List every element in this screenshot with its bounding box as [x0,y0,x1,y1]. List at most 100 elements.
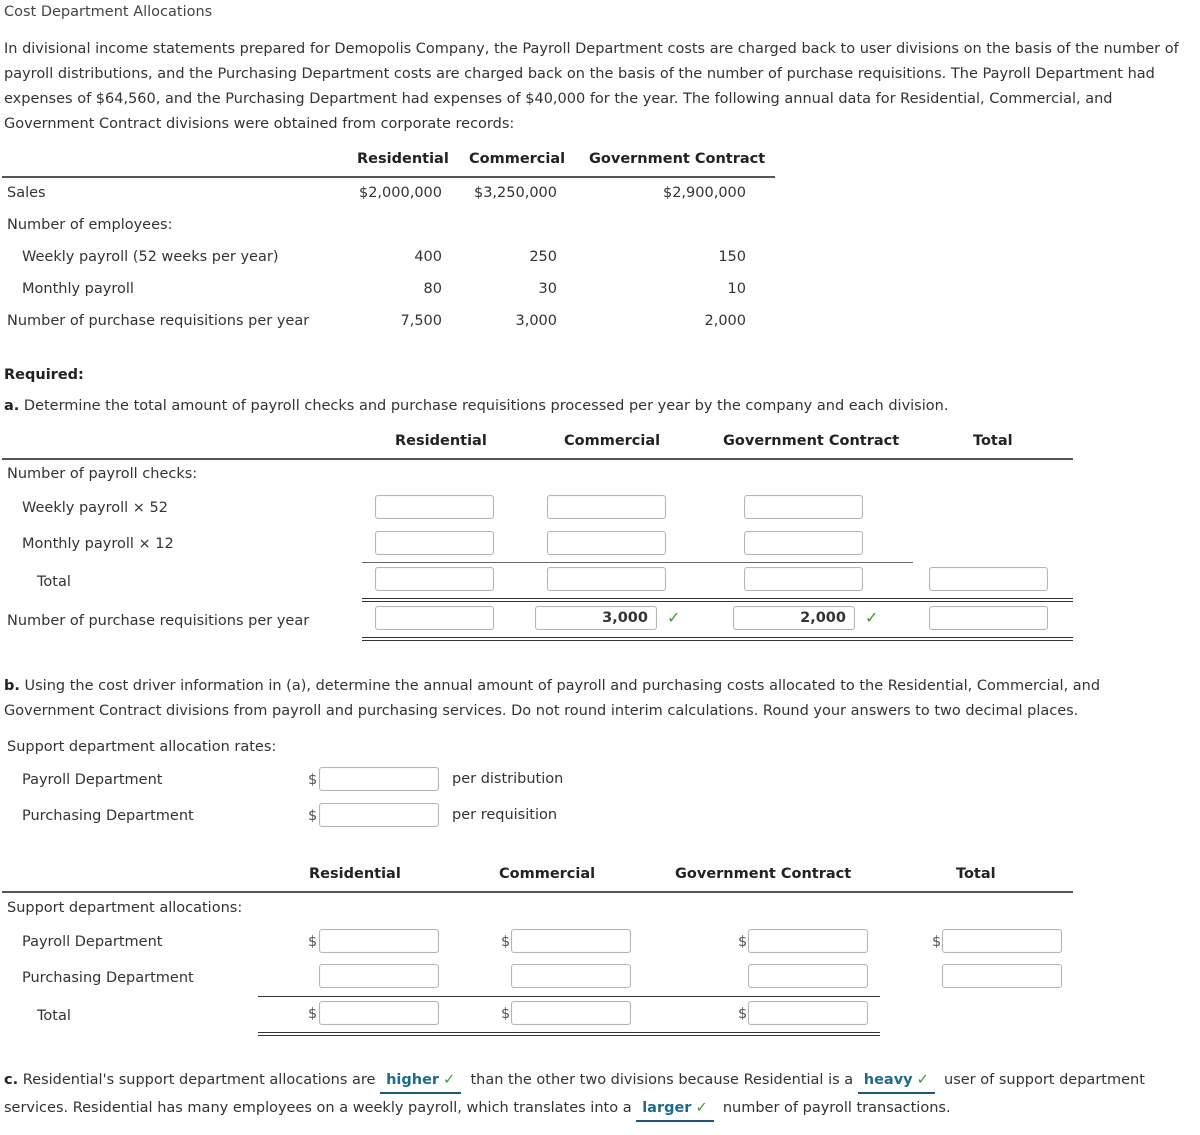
cell-value: 7,500 [400,313,442,329]
cell-value: $2,000,000 [358,185,442,201]
weekly-government-input[interactable] [744,495,863,519]
part-a-letter: a. [4,398,20,414]
row-label-total: Total [37,574,71,590]
dollar-sign: $ [308,934,318,950]
payroll-total-input[interactable] [942,929,1062,953]
part-b-instruction: b. Using the cost driver information in … [4,674,1194,724]
purchasing-rate-input[interactable] [319,803,439,827]
requisitions-total-input[interactable] [929,606,1048,630]
header-rule [2,891,1073,893]
purchasing-total-input[interactable] [942,964,1062,988]
row-label: Monthly payroll [22,281,134,297]
page-title: Cost Department Allocations [4,4,213,20]
row-label-weekly: Weekly payroll × 52 [22,500,169,516]
total-residential-input[interactable] [375,567,494,591]
part-a-text: Determine the total amount of payroll ch… [23,398,949,414]
purchasing-government-input[interactable] [748,964,868,988]
cell-value: 80 [423,281,442,297]
check-icon: ✓ [916,1072,929,1088]
cell-value: $3,250,000 [473,185,557,201]
answer-value: larger [642,1100,692,1116]
rate-unit-payroll: per distribution [452,771,564,787]
required-heading: Required: [4,367,84,383]
section-label: Number of payroll checks: [7,466,198,482]
col-header-commercial: Commercial [469,151,566,167]
part-c-text-2: than the other two divisions because Res… [470,1072,854,1088]
dollar-sign: $ [738,1006,748,1022]
dollar-sign: $ [308,808,318,824]
row-label: Number of purchase requisitions per year [7,313,310,329]
purchasing-residential-input[interactable] [319,964,439,988]
answer-value: heavy [863,1072,913,1088]
cell-value: 10 [727,281,746,297]
rate-label-payroll: Payroll Department [22,772,163,788]
cell-value: 250 [529,249,557,265]
col-header-government: Government Contract [675,866,852,882]
part-c-statement: c. Residential's support department allo… [4,1066,1194,1122]
check-icon: ✓ [667,608,681,627]
part-c-text-1: Residential's support department allocat… [22,1072,376,1088]
cell-value: 400 [414,249,442,265]
payroll-commercial-input[interactable] [511,929,631,953]
col-header-commercial: Commercial [564,433,661,449]
row-label: Weekly payroll (52 weeks per year) [22,249,279,265]
dollar-sign: $ [932,934,942,950]
payroll-rate-input[interactable] [319,767,439,791]
part-c-text-4: number of payroll transactions. [722,1100,951,1116]
payroll-residential-input[interactable] [319,929,439,953]
total-residential-input[interactable] [319,1001,439,1025]
dollar-sign: $ [501,1006,511,1022]
total-government-input[interactable] [748,1001,868,1025]
total-commercial-input[interactable] [547,567,666,591]
answer-dropdown-2[interactable]: heavy ✓ [857,1070,935,1094]
col-header-commercial: Commercial [499,866,596,882]
subtotal-rule [258,996,880,997]
col-header-government: Government Contract [723,433,900,449]
monthly-residential-input[interactable] [375,531,494,555]
section-label: Support department allocations: [7,900,243,916]
part-b-text: Using the cost driver information in (a)… [4,678,1101,719]
requisitions-commercial-input[interactable] [535,606,657,630]
weekly-residential-input[interactable] [375,495,494,519]
dollar-sign: $ [308,772,318,788]
col-header-residential: Residential [309,866,401,882]
col-header-residential: Residential [357,151,449,167]
header-rule [2,458,1073,460]
weekly-commercial-input[interactable] [547,495,666,519]
rates-label: Support department allocation rates: [7,739,277,755]
row-label-monthly: Monthly payroll × 12 [22,536,174,552]
subtotal-rule [362,562,913,563]
total-commercial-input[interactable] [511,1001,631,1025]
row-label-requisitions: Number of purchase requisitions per year [7,613,310,629]
rate-unit-purchasing: per requisition [452,807,558,823]
total-double-rule [258,1032,880,1036]
check-icon: ✓ [865,608,879,627]
total-government-input[interactable] [744,567,863,591]
col-header-government: Government Contract [589,151,766,167]
requisitions-double-rule [362,637,1073,641]
cell-value: 150 [718,249,746,265]
col-header-total: Total [973,433,1013,449]
row-label-total: Total [37,1008,71,1024]
answer-dropdown-3[interactable]: larger ✓ [636,1098,714,1122]
col-header-total: Total [956,866,996,882]
purchasing-commercial-input[interactable] [511,964,631,988]
monthly-government-input[interactable] [744,531,863,555]
requisitions-government-input[interactable] [733,606,855,630]
part-b-letter: b. [4,678,20,694]
monthly-commercial-input[interactable] [547,531,666,555]
payroll-government-input[interactable] [748,929,868,953]
requisitions-residential-input[interactable] [375,606,494,630]
row-label-payroll: Payroll Department [22,934,163,950]
dollar-sign: $ [308,1006,318,1022]
row-label-purchasing: Purchasing Department [22,970,194,986]
cell-value: $2,900,000 [662,185,746,201]
cell-value: 3,000 [515,313,557,329]
rate-label-purchasing: Purchasing Department [22,808,194,824]
answer-dropdown-1[interactable]: higher ✓ [380,1070,462,1094]
part-a-instruction: a. Determine the total amount of payroll… [4,398,948,414]
check-icon: ✓ [695,1100,708,1116]
problem-intro: In divisional income statements prepared… [4,41,1179,132]
total-double-rule [362,598,1073,602]
total-total-input[interactable] [929,567,1048,591]
